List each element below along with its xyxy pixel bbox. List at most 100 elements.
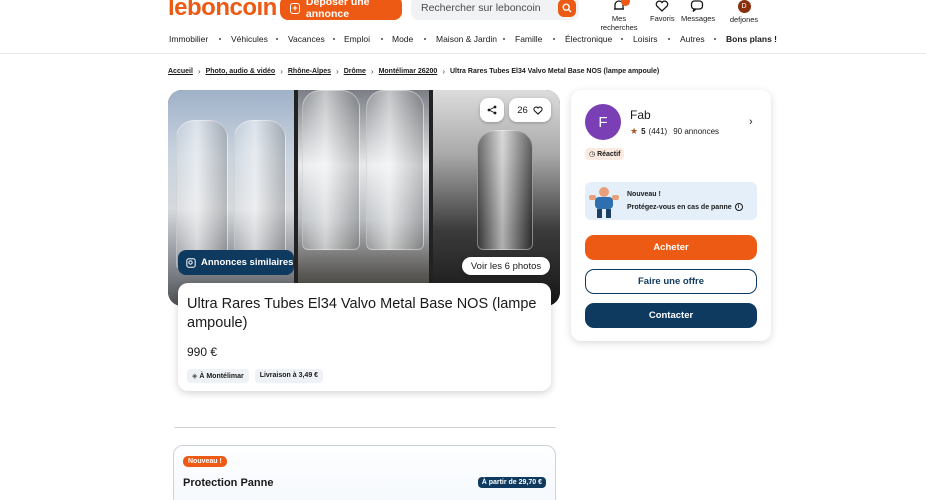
similar-ads-label: Annonces similaires	[201, 257, 294, 268]
breadcrumb-link[interactable]: Accueil	[168, 68, 193, 75]
buy-button[interactable]: Acheter	[585, 235, 757, 260]
favorite-button[interactable]: 26	[509, 98, 551, 122]
photo-gallery[interactable]: 26 Annonces similaires Voir les 6 photos	[168, 90, 560, 306]
protection-promo[interactable]: Nouveau ! Protégez-vous en cas de panne …	[585, 182, 757, 220]
separator-dot	[276, 38, 278, 40]
site-header: leboncoin + Déposer une annonce Recherch…	[0, 0, 926, 54]
chevron-right-icon: ›	[442, 67, 445, 76]
favorite-count: 26	[517, 104, 528, 116]
category-nav: Immobilier Véhicules Vacances Emploi Mod…	[0, 30, 926, 52]
listing-photo-2[interactable]	[298, 90, 429, 306]
breadcrumb-link[interactable]: Drôme	[344, 68, 366, 75]
category-link[interactable]: Vacances	[288, 34, 325, 44]
category-link[interactable]: Électronique	[565, 34, 612, 44]
avatar: D	[737, 0, 751, 13]
similar-ads-button[interactable]: Annonces similaires	[178, 250, 294, 275]
plus-icon: +	[290, 2, 300, 14]
reactive-badge: ◷ Réactif	[585, 148, 625, 160]
view-all-photos-button[interactable]: Voir les 6 photos	[462, 257, 550, 275]
category-link[interactable]: Mode	[392, 34, 413, 44]
seller-card: F Fab ★ 5 (441) 90 annonces › ◷ Réactif …	[571, 90, 771, 341]
share-button[interactable]	[480, 98, 504, 122]
post-ad-label: Déposer une annonce	[305, 0, 370, 20]
strongman-illustration	[589, 187, 619, 218]
chevron-right-icon: ›	[197, 67, 201, 76]
chevron-right-icon: ›	[280, 67, 283, 76]
category-link[interactable]: Maison & Jardin	[436, 34, 497, 44]
search-bar[interactable]: Rechercher sur leboncoin	[411, 0, 579, 20]
listing-title: Ultra Rares Tubes El34 Valvo Metal Base …	[187, 296, 537, 331]
category-link[interactable]: Famille	[515, 34, 542, 44]
header-icon-label: defjones	[729, 15, 759, 24]
chat-icon	[690, 0, 704, 12]
location-tag[interactable]: ◈ À Montélimar	[187, 369, 249, 383]
promo-text: Protégez-vous en cas de panne	[627, 203, 732, 211]
listing-summary-card: Ultra Rares Tubes El34 Valvo Metal Base …	[178, 283, 551, 391]
heart-icon	[655, 0, 669, 12]
header-favorites[interactable]: Favoris	[650, 0, 675, 23]
category-link[interactable]: Loisirs	[633, 34, 658, 44]
search-image-icon	[186, 257, 196, 268]
breadcrumb-link[interactable]: Rhône-Alpes	[288, 68, 331, 75]
notification-badge	[621, 0, 630, 6]
breadcrumb-current: Ultra Rares Tubes El34 Valvo Metal Base …	[450, 68, 660, 75]
reactive-label: Réactif	[597, 151, 621, 158]
share-icon	[487, 105, 497, 115]
promo-text-row: Protégez-vous en cas de panne i	[627, 203, 743, 211]
chevron-right-icon: ›	[370, 67, 374, 76]
contact-button[interactable]: Contacter	[585, 303, 757, 328]
protection-price-badge: À partir de 29,70 €	[477, 477, 546, 488]
category-link[interactable]: Emploi	[344, 34, 370, 44]
separator-dot	[553, 38, 555, 40]
breadcrumb: Accueil › Photo, audio & vidéo › Rhône-Alp…	[168, 67, 659, 76]
search-icon	[562, 3, 572, 13]
breadcrumb-link[interactable]: Montélimar 26200	[379, 68, 438, 75]
listing-price: 990 €	[187, 345, 218, 359]
location-tag-label: À Montélimar	[199, 373, 244, 380]
location-pin-icon: ◈	[192, 373, 198, 380]
listing-tags: ◈ À Montélimar Livraison à 3,49 €	[187, 369, 542, 383]
review-count: (441)	[648, 127, 668, 136]
new-badge: Nouveau !	[183, 456, 227, 467]
site-logo[interactable]: leboncoin	[168, 0, 277, 22]
separator-dot	[621, 38, 623, 40]
clock-icon: ◷	[589, 151, 596, 158]
protection-title: Protection Panne	[183, 477, 274, 489]
header-account[interactable]: D defjones	[728, 0, 760, 24]
chevron-right-icon[interactable]: ›	[749, 116, 753, 128]
separator-dot	[668, 38, 670, 40]
header-messages[interactable]: Messages	[681, 0, 716, 23]
breadcrumb-link[interactable]: Photo, audio & vidéo	[206, 68, 276, 75]
chevron-right-icon: ›	[336, 67, 339, 76]
separator-dot	[333, 38, 335, 40]
category-link[interactable]: Véhicules	[231, 34, 268, 44]
star-icon: ★	[630, 126, 639, 136]
search-input[interactable]: Rechercher sur leboncoin	[421, 2, 541, 14]
category-link[interactable]: Autres	[680, 34, 705, 44]
seller-avatar[interactable]: F	[585, 104, 621, 140]
header-icon-label: Favoris	[650, 14, 675, 23]
delivery-tag: Livraison à 3,49 €	[254, 369, 324, 383]
rating-value: 5	[641, 127, 646, 136]
header-saved-searches[interactable]: Mes recherches	[594, 0, 644, 32]
category-link[interactable]: Immobilier	[169, 34, 208, 44]
ads-count: 90 annonces	[673, 127, 720, 136]
separator-dot	[503, 38, 505, 40]
post-ad-button[interactable]: + Déposer une annonce	[280, 0, 402, 20]
heart-icon	[533, 105, 543, 115]
view-all-photos-label: Voir les 6 photos	[470, 260, 542, 272]
make-offer-button[interactable]: Faire une offre	[585, 269, 757, 294]
category-link-deals[interactable]: Bons plans !	[726, 34, 777, 44]
separator-dot	[714, 38, 716, 40]
seller-name[interactable]: Fab	[630, 108, 651, 122]
header-icon-label: Messages	[681, 14, 716, 23]
promo-title: Nouveau !	[627, 191, 661, 198]
search-button[interactable]	[558, 0, 576, 17]
separator-dot	[219, 38, 221, 40]
separator-dot	[424, 38, 426, 40]
section-divider	[174, 427, 556, 428]
protection-card[interactable]: Nouveau ! Protection Panne À partir de 2…	[173, 445, 556, 500]
info-icon[interactable]: i	[734, 203, 743, 211]
separator-dot	[381, 38, 383, 40]
seller-rating[interactable]: ★ 5 (441) 90 annonces	[630, 126, 719, 137]
